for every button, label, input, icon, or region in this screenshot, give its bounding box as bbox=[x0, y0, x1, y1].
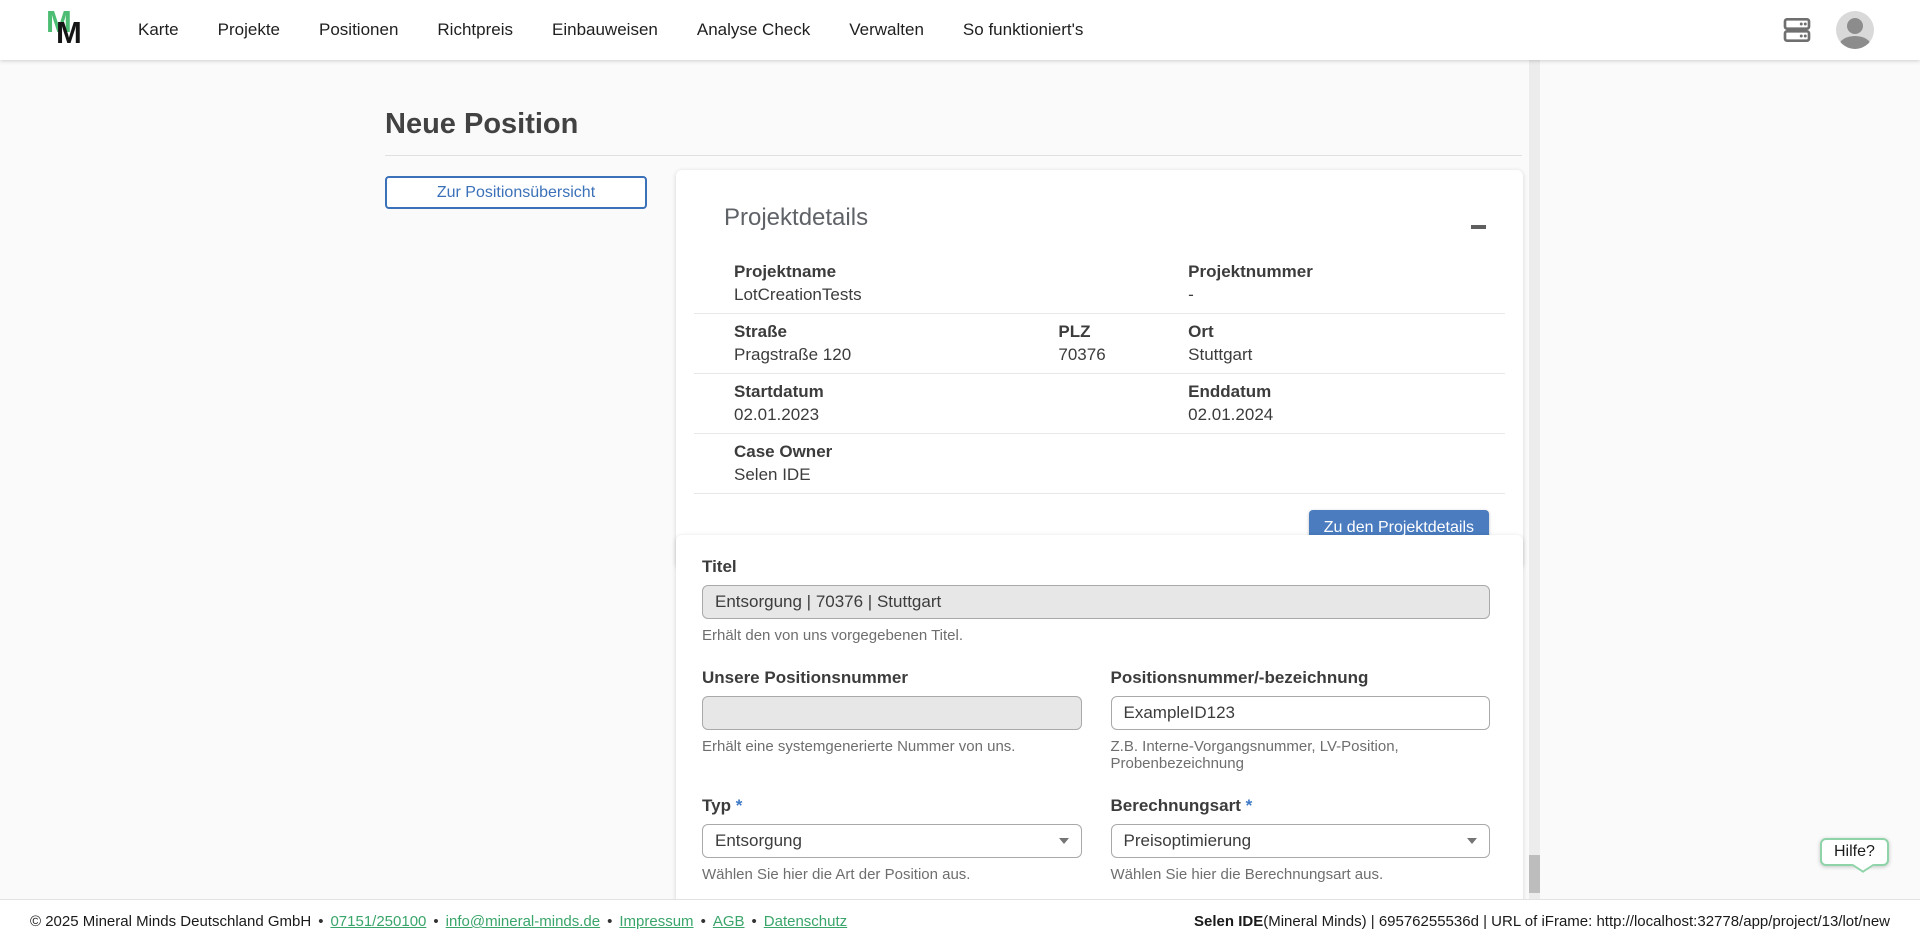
table-row: Straße Pragstraße 120 PLZ 70376 Ort Stut… bbox=[694, 314, 1505, 374]
typ-group: Typ * Entsorgung Wählen Sie hier die Art… bbox=[702, 796, 1082, 883]
footer-link-impressum[interactable]: Impressum bbox=[619, 913, 693, 930]
minus-icon bbox=[1471, 225, 1486, 229]
chevron-down-icon bbox=[1059, 838, 1069, 844]
ort-cell: Ort Stuttgart bbox=[1148, 322, 1505, 365]
avatar-icon[interactable] bbox=[1836, 11, 1874, 49]
projektname-value: LotCreationTests bbox=[734, 285, 1018, 305]
titel-helper: Erhält den von uns vorgegebenen Titel. bbox=[702, 627, 1490, 644]
nav-item-projekte[interactable]: Projekte bbox=[218, 20, 280, 40]
positionsnummer-input[interactable] bbox=[1111, 696, 1491, 730]
footer-user: Selen IDE bbox=[1194, 913, 1263, 930]
plz-cell: PLZ 70376 bbox=[1018, 322, 1148, 365]
case-owner-label: Case Owner bbox=[734, 442, 1018, 462]
berechnungsart-select-value: Preisoptimierung bbox=[1124, 831, 1252, 851]
unsere-positionsnummer-input bbox=[702, 696, 1082, 730]
strasse-cell: Straße Pragstraße 120 bbox=[694, 322, 1018, 365]
plz-label: PLZ bbox=[1058, 322, 1148, 342]
positionsnummer-helper: Z.B. Interne-Vorgangsnummer, LV-Position… bbox=[1111, 738, 1491, 772]
select-fields-row: Typ * Entsorgung Wählen Sie hier die Art… bbox=[702, 796, 1490, 883]
projektdetails-header: Projektdetails bbox=[676, 170, 1523, 254]
main-nav: Karte Projekte Positionen Richtpreis Ein… bbox=[138, 20, 1083, 40]
enddatum-cell: Enddatum 02.01.2024 bbox=[1148, 382, 1505, 425]
berechnungsart-label: Berechnungsart * bbox=[1111, 796, 1491, 816]
copyright-text: © 2025 Mineral Minds Deutschland GmbH bbox=[30, 913, 311, 930]
footer-session-info: Selen IDE (Mineral Minds) | 69576255536d… bbox=[1194, 913, 1890, 930]
nav-item-karte[interactable]: Karte bbox=[138, 20, 179, 40]
server-stack-icon[interactable] bbox=[1780, 14, 1814, 46]
chevron-down-icon bbox=[1467, 838, 1477, 844]
top-navbar: M M Karte Projekte Positionen Richtpreis… bbox=[0, 0, 1920, 60]
logo-m-black: M bbox=[56, 15, 82, 51]
berechnungsart-select[interactable]: Preisoptimierung bbox=[1111, 824, 1491, 858]
typ-select[interactable]: Entsorgung bbox=[702, 824, 1082, 858]
typ-helper: Wählen Sie hier die Art der Position aus… bbox=[702, 866, 1082, 883]
projektnummer-value: - bbox=[1188, 285, 1505, 305]
plz-value: 70376 bbox=[1058, 345, 1148, 365]
enddatum-label: Enddatum bbox=[1188, 382, 1505, 402]
content-scrollbar-track[interactable] bbox=[1529, 60, 1540, 899]
strasse-value: Pragstraße 120 bbox=[734, 345, 1018, 365]
page-title: Neue Position bbox=[385, 108, 578, 141]
nav-item-positionen[interactable]: Positionen bbox=[319, 20, 398, 40]
navbar-right bbox=[1780, 11, 1874, 49]
startdatum-label: Startdatum bbox=[734, 382, 1018, 402]
hilfe-button[interactable]: Hilfe? bbox=[1820, 838, 1889, 866]
nav-item-verwalten[interactable]: Verwalten bbox=[849, 20, 924, 40]
main-content: Neue Position Zur Positionsübersicht Pro… bbox=[0, 60, 1920, 899]
avatar-body bbox=[1839, 36, 1871, 49]
required-asterisk: * bbox=[1246, 796, 1253, 815]
titel-input bbox=[702, 585, 1490, 619]
titel-field-group: Titel Erhält den von uns vorgegebenen Ti… bbox=[702, 557, 1490, 644]
zur-positionsuebersicht-button[interactable]: Zur Positionsübersicht bbox=[385, 176, 647, 209]
content-scrollbar-thumb[interactable] bbox=[1529, 855, 1540, 893]
footer-link-email[interactable]: info@mineral-minds.de bbox=[446, 913, 600, 930]
projektname-cell: Projektname LotCreationTests bbox=[694, 262, 1018, 305]
titel-label: Titel bbox=[702, 557, 1490, 577]
footer: © 2025 Mineral Minds Deutschland GmbH • … bbox=[0, 899, 1920, 943]
footer-link-agb[interactable]: AGB bbox=[713, 913, 745, 930]
app-logo[interactable]: M M bbox=[44, 6, 92, 54]
footer-left: © 2025 Mineral Minds Deutschland GmbH • … bbox=[30, 913, 847, 930]
unsere-positionsnummer-helper: Erhält eine systemgenerierte Nummer von … bbox=[702, 738, 1082, 755]
nav-item-so-funktionierts[interactable]: So funktioniert's bbox=[963, 20, 1083, 40]
berechnungsart-group: Berechnungsart * Preisoptimierung Wählen… bbox=[1111, 796, 1491, 883]
nav-item-einbauweisen[interactable]: Einbauweisen bbox=[552, 20, 658, 40]
positionsnummer-label: Positionsnummer/-bezeichnung bbox=[1111, 668, 1491, 688]
projektnummer-label: Projektnummer bbox=[1188, 262, 1505, 282]
positionsnummer-group: Positionsnummer/-bezeichnung Z.B. Intern… bbox=[1111, 668, 1491, 772]
strasse-label: Straße bbox=[734, 322, 1018, 342]
ort-value: Stuttgart bbox=[1188, 345, 1505, 365]
table-row: Startdatum 02.01.2023 Enddatum 02.01.202… bbox=[694, 374, 1505, 434]
unsere-positionsnummer-group: Unsere Positionsnummer Erhält eine syste… bbox=[702, 668, 1082, 772]
footer-link-datenschutz[interactable]: Datenschutz bbox=[764, 913, 847, 930]
table-row: Projektname LotCreationTests Projektnumm… bbox=[694, 254, 1505, 314]
footer-link-phone[interactable]: 07151/250100 bbox=[330, 913, 426, 930]
projektdetails-card: Projektdetails Projektname LotCreationTe… bbox=[676, 170, 1523, 568]
position-form-card: Titel Erhält den von uns vorgegebenen Ti… bbox=[676, 535, 1523, 899]
required-asterisk: * bbox=[736, 796, 743, 815]
projektnummer-cell: Projektnummer - bbox=[1148, 262, 1505, 305]
table-row: Case Owner Selen IDE bbox=[694, 434, 1505, 494]
startdatum-cell: Startdatum 02.01.2023 bbox=[694, 382, 1018, 425]
startdatum-value: 02.01.2023 bbox=[734, 405, 1018, 425]
typ-select-value: Entsorgung bbox=[715, 831, 802, 851]
projektdetails-title: Projektdetails bbox=[724, 204, 868, 232]
project-details-table: Projektname LotCreationTests Projektnumm… bbox=[694, 254, 1505, 494]
unsere-positionsnummer-label: Unsere Positionsnummer bbox=[702, 668, 1082, 688]
avatar-head bbox=[1847, 18, 1863, 34]
ort-label: Ort bbox=[1188, 322, 1505, 342]
case-owner-value: Selen IDE bbox=[734, 465, 1018, 485]
footer-session-details: (Mineral Minds) | 69576255536d | URL of … bbox=[1263, 913, 1890, 930]
projektname-label: Projektname bbox=[734, 262, 1018, 282]
title-divider bbox=[385, 155, 1522, 156]
enddatum-value: 02.01.2024 bbox=[1188, 405, 1505, 425]
nav-item-richtpreis[interactable]: Richtpreis bbox=[437, 20, 513, 40]
nav-item-analyse-check[interactable]: Analyse Check bbox=[697, 20, 810, 40]
typ-label: Typ * bbox=[702, 796, 1082, 816]
case-owner-cell: Case Owner Selen IDE bbox=[694, 442, 1018, 485]
berechnungsart-helper: Wählen Sie hier die Berechnungsart aus. bbox=[1111, 866, 1491, 883]
number-fields-row: Unsere Positionsnummer Erhält eine syste… bbox=[702, 668, 1490, 772]
collapse-card-button[interactable] bbox=[1463, 212, 1493, 242]
